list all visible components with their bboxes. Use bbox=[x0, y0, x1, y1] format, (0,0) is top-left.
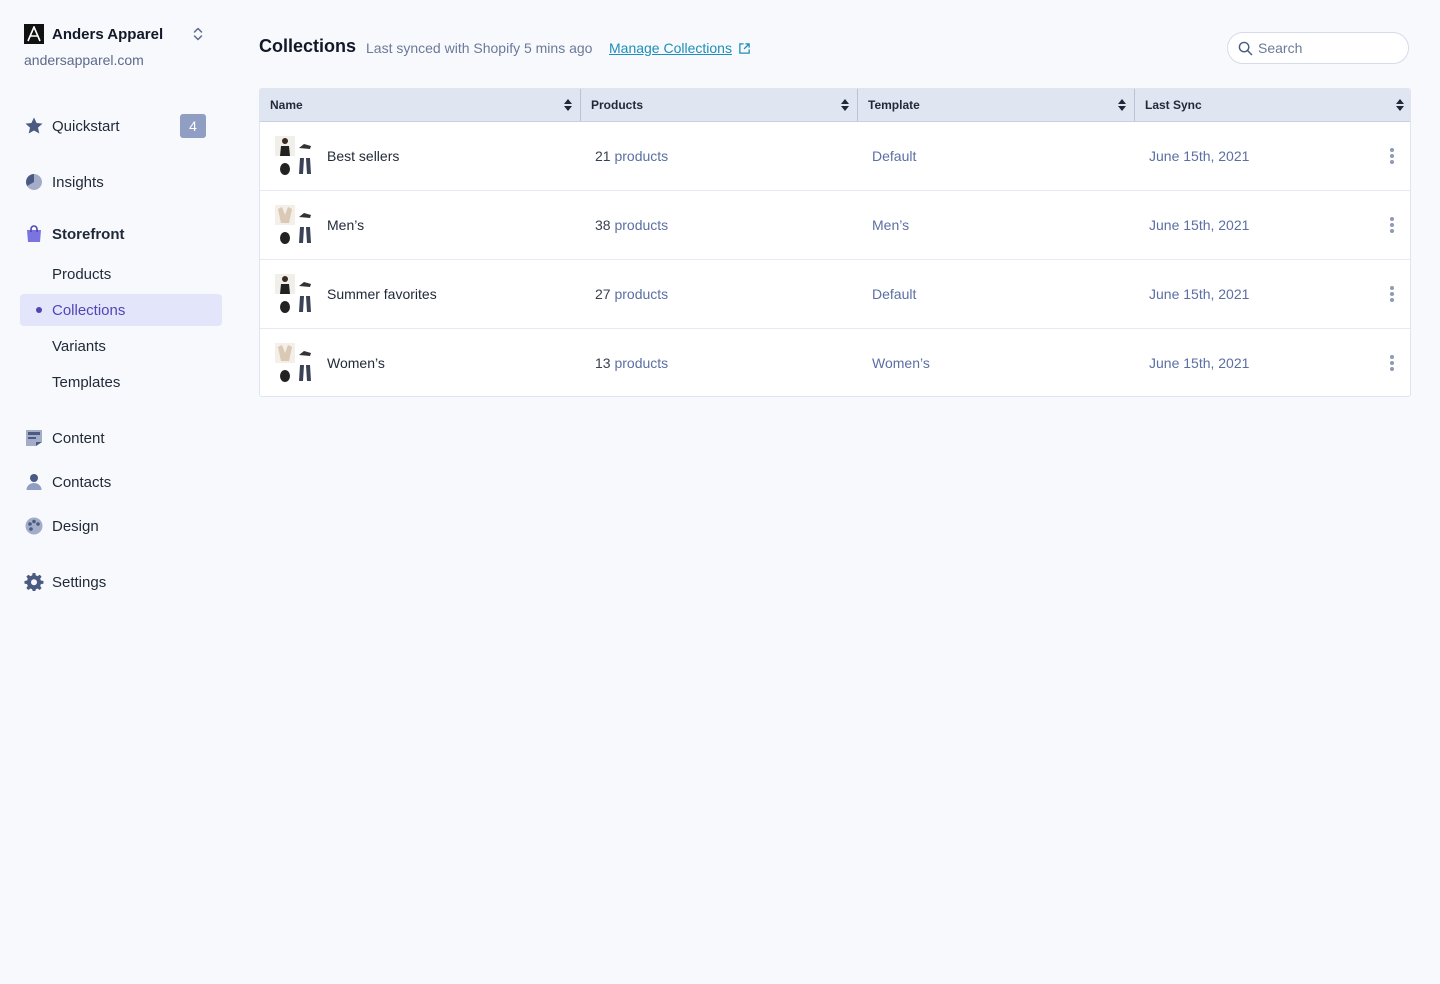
document-icon bbox=[26, 430, 42, 446]
product-count[interactable]: 13 products bbox=[595, 355, 668, 371]
sort-icon bbox=[1396, 99, 1404, 111]
nav-content-label: Content bbox=[52, 430, 105, 447]
collection-thumbnail bbox=[275, 136, 315, 176]
nav-insights[interactable]: Insights bbox=[20, 166, 222, 198]
collection-name[interactable]: Best sellers bbox=[327, 148, 399, 164]
page-title: Collections bbox=[259, 36, 357, 56]
sort-icon bbox=[841, 99, 849, 111]
product-count[interactable]: 21 products bbox=[595, 148, 668, 164]
template-name[interactable]: Women’s bbox=[872, 355, 930, 371]
table-header: Name Products Template Last Sync bbox=[260, 89, 1410, 122]
brand-name: Anders Apparel bbox=[52, 26, 164, 43]
sort-icon bbox=[564, 99, 572, 111]
nav-design[interactable]: Design bbox=[20, 510, 222, 542]
search-input[interactable] bbox=[1258, 37, 1398, 59]
nav-products-label: Products bbox=[52, 266, 112, 283]
nav-collections-label: Collections bbox=[52, 302, 126, 319]
template-name[interactable]: Default bbox=[872, 148, 916, 164]
nav-settings-label: Settings bbox=[52, 574, 107, 591]
nav-contacts[interactable]: Contacts bbox=[20, 466, 222, 498]
table-row[interactable]: Men’s 38 products Men’s June 15th, 2021 bbox=[260, 191, 1410, 260]
table-row[interactable]: Summer favorites 27 products Default Jun… bbox=[260, 260, 1410, 329]
nav-variants-label: Variants bbox=[52, 338, 106, 355]
more-options-icon[interactable] bbox=[1384, 284, 1400, 304]
last-sync-date: June 15th, 2021 bbox=[1149, 217, 1250, 233]
gear-icon bbox=[24, 572, 44, 591]
shopping-bag-icon bbox=[27, 225, 41, 242]
product-count[interactable]: 38 products bbox=[595, 217, 668, 233]
chevron-up-down-icon[interactable] bbox=[190, 26, 206, 42]
nav-storefront[interactable]: Storefront bbox=[20, 218, 222, 250]
user-icon bbox=[26, 474, 42, 490]
nav-insights-label: Insights bbox=[52, 174, 104, 191]
more-options-icon[interactable] bbox=[1384, 146, 1400, 166]
nav-contacts-label: Contacts bbox=[52, 474, 112, 491]
more-options-icon[interactable] bbox=[1384, 353, 1400, 373]
table-row[interactable]: Women’s 13 products Women’s June 15th, 2… bbox=[260, 329, 1410, 396]
collection-name[interactable]: Summer favorites bbox=[327, 286, 437, 302]
table-row[interactable]: Best sellers 21 products Default June 15… bbox=[260, 122, 1410, 191]
last-sync-date: June 15th, 2021 bbox=[1149, 286, 1250, 302]
brand-switcher[interactable]: Anders Apparel andersapparel.com bbox=[24, 24, 224, 74]
template-name[interactable]: Men’s bbox=[872, 217, 909, 233]
nav-quickstart-label: Quickstart bbox=[52, 118, 120, 135]
nav-variants[interactable]: Variants bbox=[20, 330, 222, 362]
nav-settings[interactable]: Settings bbox=[20, 566, 222, 598]
sync-status-text: Last synced with Shopify 5 mins ago bbox=[366, 40, 593, 56]
template-name[interactable]: Default bbox=[872, 286, 916, 302]
collections-table: Name Products Template Last Sync Best se… bbox=[259, 88, 1411, 397]
nav-collections[interactable]: Collections bbox=[20, 294, 222, 326]
column-header-template[interactable]: Template bbox=[857, 89, 1134, 121]
manage-collections-link[interactable]: Manage Collections bbox=[609, 40, 751, 56]
nav-design-label: Design bbox=[52, 518, 99, 535]
nav-templates[interactable]: Templates bbox=[20, 366, 222, 398]
collection-thumbnail bbox=[275, 274, 315, 314]
last-sync-date: June 15th, 2021 bbox=[1149, 355, 1250, 371]
collection-name[interactable]: Men’s bbox=[327, 217, 364, 233]
active-dot-icon bbox=[36, 307, 42, 313]
column-header-last-sync[interactable]: Last Sync bbox=[1134, 89, 1410, 121]
palette-icon bbox=[25, 517, 43, 535]
search-box[interactable] bbox=[1227, 32, 1409, 64]
search-icon bbox=[1238, 41, 1253, 56]
quickstart-count-badge: 4 bbox=[180, 114, 206, 138]
nav-quickstart[interactable]: Quickstart 4 bbox=[20, 110, 222, 142]
nav-templates-label: Templates bbox=[52, 374, 121, 391]
collection-thumbnail bbox=[275, 205, 315, 245]
sort-icon bbox=[1118, 99, 1126, 111]
nav-content[interactable]: Content bbox=[20, 422, 222, 454]
brand-logo-icon bbox=[24, 24, 44, 44]
last-sync-date: June 15th, 2021 bbox=[1149, 148, 1250, 164]
column-header-products[interactable]: Products bbox=[580, 89, 857, 121]
external-link-icon bbox=[739, 42, 750, 54]
nav-storefront-label: Storefront bbox=[52, 226, 125, 243]
more-options-icon[interactable] bbox=[1384, 215, 1400, 235]
collection-name[interactable]: Women’s bbox=[327, 355, 385, 371]
star-icon bbox=[25, 117, 43, 134]
pie-chart-icon bbox=[26, 174, 42, 190]
nav-products[interactable]: Products bbox=[20, 258, 222, 290]
manage-collections-label: Manage Collections bbox=[609, 40, 732, 56]
product-count[interactable]: 27 products bbox=[595, 286, 668, 302]
column-header-name[interactable]: Name bbox=[260, 89, 580, 121]
sidebar: Anders Apparel andersapparel.com Quickst… bbox=[0, 0, 240, 984]
collection-thumbnail bbox=[275, 343, 315, 383]
brand-url: andersapparel.com bbox=[24, 52, 144, 68]
